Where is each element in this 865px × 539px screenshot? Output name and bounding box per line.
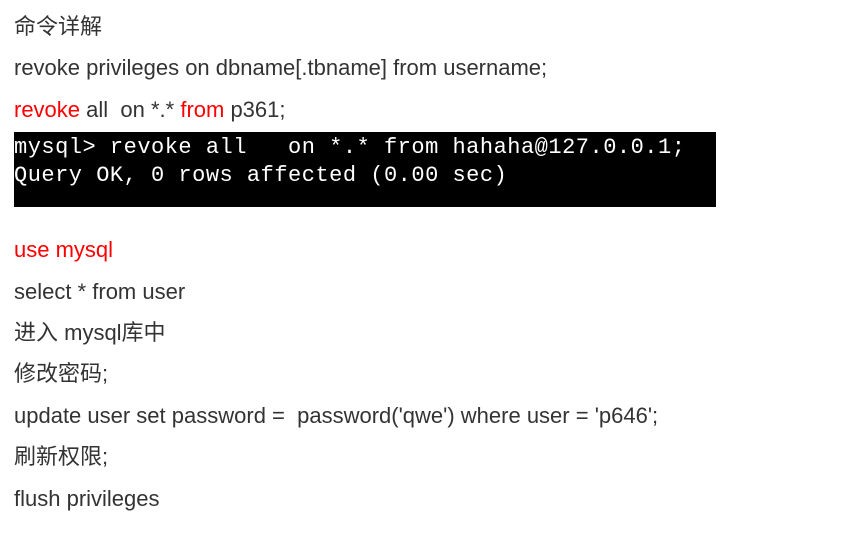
text-use-mysql: use mysql	[14, 231, 851, 268]
text-segment: p361;	[224, 97, 285, 122]
terminal-line-1: mysql> revoke all on *.* from hahaha@127…	[14, 135, 685, 160]
terminal-line-2: Query OK, 0 rows affected (0.00 sec)	[14, 163, 507, 188]
text-segment: all on *.*	[80, 97, 180, 122]
text-revoke-example: revoke all on *.* from p361;	[14, 91, 851, 128]
text-update-password: update user set password = password('qwe…	[14, 397, 851, 434]
terminal-output: mysql> revoke all on *.* from hahaha@127…	[14, 132, 716, 207]
text-flush-label: 刷新权限;	[14, 438, 851, 475]
text-flush-privileges: flush privileges	[14, 480, 851, 517]
text-select-user: select * from user	[14, 273, 851, 310]
document-body: 命令详解 revoke privileges on dbname[.tbname…	[0, 0, 865, 529]
text-enter-mysql-db: 进入 mysql库中	[14, 314, 851, 351]
heading-command-explain: 命令详解	[14, 8, 851, 45]
text-change-password-label: 修改密码;	[14, 355, 851, 392]
kw-revoke: revoke	[14, 97, 80, 122]
text-revoke-syntax: revoke privileges on dbname[.tbname] fro…	[14, 49, 851, 86]
kw-from: from	[180, 97, 224, 122]
